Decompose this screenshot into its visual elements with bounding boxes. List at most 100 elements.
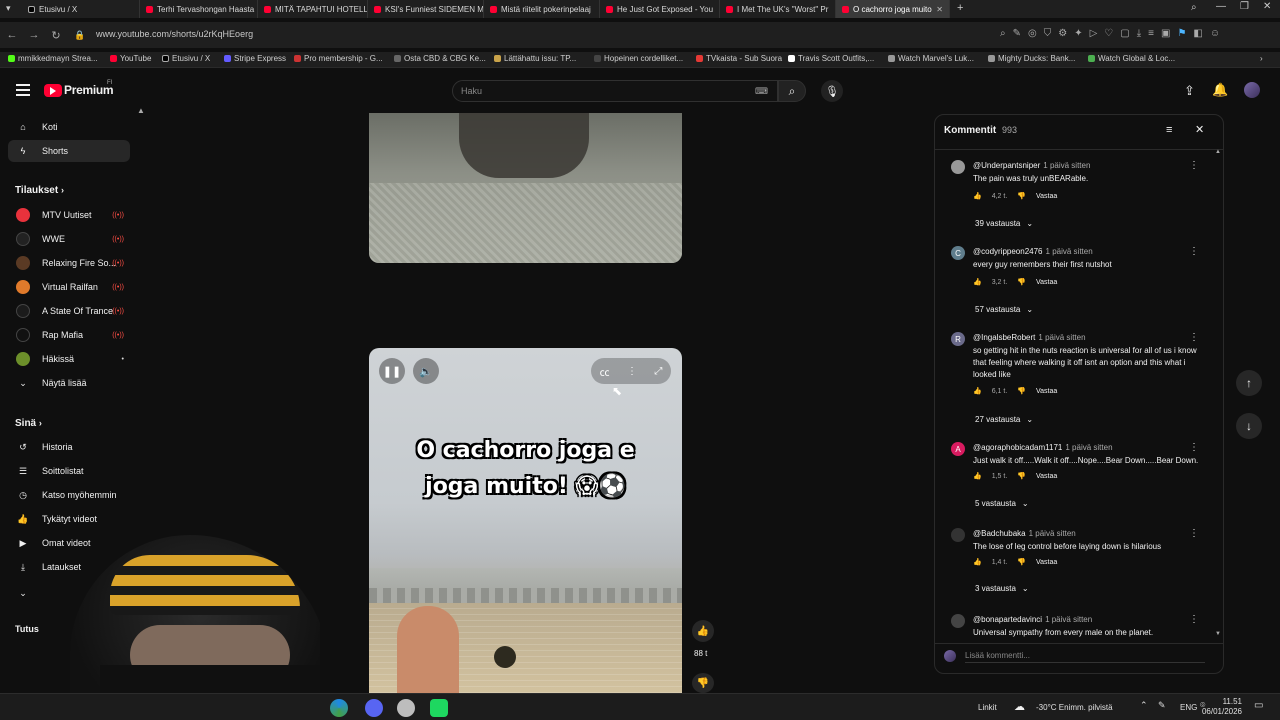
edit-icon[interactable]: ✎ — [1013, 28, 1021, 39]
sidebar-item-playlists[interactable]: ☰ Soittolistat — [8, 460, 130, 482]
you-heading[interactable]: Sinä › — [15, 418, 42, 429]
youtube-logo-icon[interactable] — [44, 84, 62, 97]
thumb-up-icon[interactable]: 👍 — [973, 558, 982, 566]
new-tab-icon[interactable]: + — [957, 2, 963, 14]
weather-text[interactable]: -30°C Enimm. pilvistä — [1036, 703, 1113, 712]
bookmark[interactable]: mmikkedmayn Strea... — [8, 54, 98, 63]
sidebar-item-subscription[interactable]: Rap Mafia ((•)) — [8, 324, 130, 346]
logo-text[interactable]: Premium — [64, 83, 114, 97]
thumb-up-icon[interactable]: 👍 — [973, 192, 982, 200]
notifications-icon[interactable]: 🔔 — [1212, 82, 1228, 98]
notification-center-icon[interactable]: ▭ — [1254, 700, 1263, 711]
comment-menu-icon[interactable]: ⋮ — [1189, 160, 1199, 171]
bookmarks-overflow-icon[interactable]: › — [1260, 54, 1263, 63]
clock-date[interactable]: 06/01/2026 — [1200, 707, 1242, 716]
settings-icon[interactable]: ⚙ — [1058, 28, 1067, 39]
sidebar-item-history[interactable]: ↺ Historia — [8, 436, 130, 458]
upload-icon[interactable]: ⇪ — [1184, 83, 1195, 99]
avatar[interactable] — [1244, 82, 1260, 98]
app-icon[interactable] — [397, 699, 415, 717]
sidebar-item-subscription[interactable]: A State Of Trance ((•)) — [8, 300, 130, 322]
sidebar-item-watch-later[interactable]: ◷ Katso myöhemmin — [8, 484, 130, 506]
comment-menu-icon[interactable]: ⋮ — [1189, 246, 1199, 257]
thumb-down-icon[interactable]: 👎 — [1017, 558, 1026, 566]
profile-icon[interactable]: ☺ — [1210, 28, 1220, 39]
reload-icon[interactable]: ↻ — [48, 27, 64, 43]
tab[interactable]: MITÄ TAPAHTUI HOTELLI — [258, 0, 368, 18]
comment-author[interactable]: @IngalsbeRobert 1 päivä sitten — [973, 333, 1086, 342]
tab[interactable]: He Just Got Exposed - You — [600, 0, 720, 18]
scroll-up-icon[interactable]: ▲ — [1215, 149, 1221, 155]
avatar[interactable] — [951, 160, 965, 174]
tab[interactable]: KSI's Funniest SIDEMEN M — [368, 0, 484, 18]
thumb-down-icon[interactable]: 👎 — [1017, 278, 1026, 286]
sidebar-show-more[interactable]: ⌄ Näytä lisää — [8, 372, 130, 394]
sidebar-item-subscription[interactable]: Häkissä • — [8, 348, 130, 370]
maximize-icon[interactable]: ❐ — [1240, 1, 1249, 12]
bookmark[interactable]: YouTube — [110, 54, 151, 63]
shield-icon[interactable]: ⛉ — [1044, 28, 1052, 39]
extension-icon[interactable]: ✦ — [1074, 28, 1082, 39]
menu-icon[interactable]: ≡ — [1148, 28, 1154, 39]
bookmark[interactable]: TVkaista - Sub Suora — [696, 54, 782, 63]
sidebar-scroll-up-icon[interactable]: ▲ — [137, 106, 145, 115]
camera-icon[interactable]: ◎ — [1028, 28, 1037, 39]
thumb-up-icon[interactable]: 👍 — [973, 387, 982, 395]
thumb-down-icon[interactable]: 👎 — [1017, 387, 1026, 395]
discord-icon[interactable] — [365, 699, 383, 717]
url-field[interactable]: www.youtube.com/shorts/u2rKqHEoerg — [96, 29, 253, 39]
forward-icon[interactable]: → — [26, 27, 42, 43]
reply-button[interactable]: Vastaa — [1036, 388, 1057, 395]
previous-short-button[interactable]: ↑ — [1236, 370, 1262, 396]
minimize-icon[interactable]: — — [1216, 1, 1226, 12]
sidebar-item-subscription[interactable]: Virtual Railfan ((•)) — [8, 276, 130, 298]
sidebar-item-subscription[interactable]: WWE ((•)) — [8, 228, 130, 250]
thumb-down-icon[interactable]: 👎 — [1017, 192, 1026, 200]
reply-button[interactable]: Vastaa — [1036, 193, 1057, 200]
sidebar-item-subscription[interactable]: Relaxing Fire So... ((•)) — [8, 252, 130, 274]
thumb-up-icon[interactable]: 👍 — [973, 278, 982, 286]
tray-chevron-icon[interactable]: ⌃ — [1140, 700, 1148, 711]
links-toolbar[interactable]: Linkit — [978, 703, 997, 712]
subscriptions-heading[interactable]: Tilaukset › — [15, 185, 64, 196]
search-button[interactable]: ⌕ — [778, 80, 806, 102]
comment-menu-icon[interactable]: ⋮ — [1189, 442, 1199, 453]
scroll-down-icon[interactable]: ▼ — [1215, 631, 1221, 637]
pen-icon[interactable]: ✎ — [1158, 700, 1166, 711]
comment-author[interactable]: @Badchubaka 1 päivä sitten — [973, 529, 1076, 538]
reply-button[interactable]: Vastaa — [1036, 279, 1057, 286]
next-short-button[interactable]: ↓ — [1236, 413, 1262, 439]
sort-icon[interactable]: ≡ — [1166, 124, 1172, 136]
heart-icon[interactable]: ♡ — [1104, 28, 1113, 39]
replies-toggle[interactable]: 39 vastausta ⌄ — [975, 219, 1033, 228]
language-indicator[interactable]: ENG — [1180, 703, 1197, 712]
search-page-icon[interactable]: ⌕ — [1000, 28, 1006, 39]
sidebar-item-home[interactable]: ⌂ Koti — [8, 116, 130, 138]
avatar[interactable] — [951, 614, 965, 628]
replies-toggle[interactable]: 27 vastausta ⌄ — [975, 415, 1033, 424]
bookmark[interactable]: Watch Marvel's Luk... — [888, 54, 974, 63]
current-short-video[interactable]: ❚❚ 🔈 ㏄ ⋮ ⤢ O cachorro joga e joga muito!… — [369, 348, 682, 693]
dislike-button[interactable]: 👎 — [692, 673, 714, 693]
previous-short-video[interactable] — [369, 113, 682, 263]
avatar[interactable]: R — [951, 332, 965, 346]
captions-icon[interactable]: ㏄ — [600, 364, 610, 379]
tab-list-icon[interactable]: ▾ — [6, 3, 11, 14]
close-window-icon[interactable]: ✕ — [1263, 1, 1271, 12]
clock-time[interactable]: 11.51 — [1214, 697, 1242, 706]
thumb-down-icon[interactable]: 👎 — [1017, 472, 1026, 480]
sidebar-item-shorts[interactable]: ϟ Shorts — [8, 140, 130, 162]
voice-search-button[interactable]: 🎙 — [821, 80, 843, 102]
play-icon[interactable]: ▷ — [1090, 28, 1098, 39]
bookmark[interactable]: Pro membership - G... — [294, 54, 383, 63]
add-comment-input[interactable]: Lisää kommentti... — [965, 651, 1205, 663]
bookmark[interactable]: Travis Scott Outfits,... — [788, 54, 874, 63]
replies-toggle[interactable]: 57 vastausta ⌄ — [975, 305, 1033, 314]
spotify-icon[interactable] — [430, 699, 448, 717]
sidebar-item-subscription[interactable]: MTV Uutiset ((•)) — [8, 204, 130, 226]
comment-author[interactable]: @agoraphobicadam1171 1 päivä sitten — [973, 443, 1113, 452]
avatar[interactable] — [951, 528, 965, 542]
thumb-up-icon[interactable]: 👍 — [973, 472, 982, 480]
close-tab-icon[interactable]: ✕ — [936, 5, 943, 14]
bookmark[interactable]: Watch Global & Loc... — [1088, 54, 1175, 63]
